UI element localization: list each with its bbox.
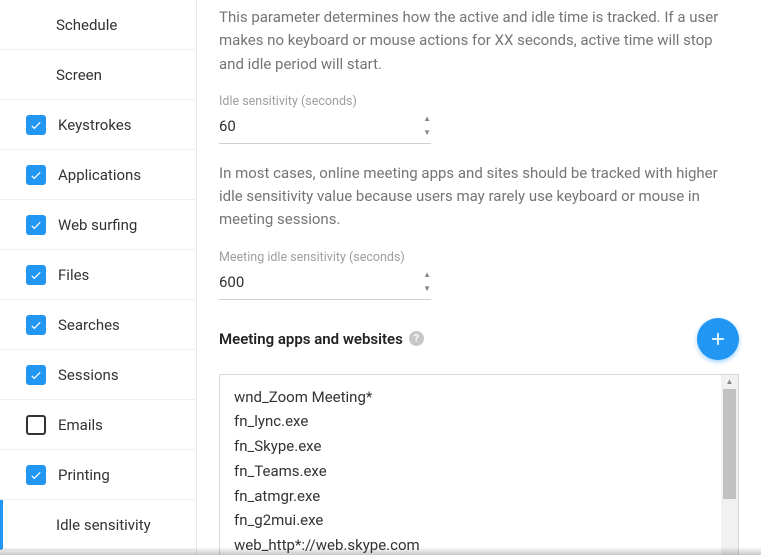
idle-sensitivity-field[interactable]: 60 ▲ ▼ xyxy=(219,113,431,144)
sidebar-item-label: Applications xyxy=(58,166,141,184)
scroll-thumb[interactable] xyxy=(723,389,736,499)
sidebar-item-screen[interactable]: Screen xyxy=(0,50,196,100)
spinner-up-icon[interactable]: ▲ xyxy=(423,271,431,279)
spinner-down-icon[interactable]: ▼ xyxy=(423,129,431,137)
checkbox-emails[interactable] xyxy=(26,415,46,435)
sidebar-item-label: Files xyxy=(58,266,89,284)
checkbox-applications[interactable] xyxy=(26,165,46,185)
check-icon xyxy=(29,218,43,232)
list-item[interactable]: fn_Teams.exe xyxy=(234,459,707,484)
scroll-up-icon[interactable]: ▲ xyxy=(721,375,738,389)
check-icon xyxy=(29,368,43,382)
meeting-idle-sensitivity-field[interactable]: 600 ▲ ▼ xyxy=(219,269,431,300)
meeting-apps-list: wnd_Zoom Meeting*fn_lync.exefn_Skype.exe… xyxy=(219,374,739,555)
sidebar-item-printing[interactable]: Printing xyxy=(0,450,196,500)
list-scrollbar[interactable]: ▲ ▼ xyxy=(721,375,738,555)
main-panel: This parameter determines how the active… xyxy=(197,0,761,555)
sidebar-item-web-surfing[interactable]: Web surfing xyxy=(0,200,196,250)
list-item[interactable]: fn_atmgr.exe xyxy=(234,484,707,509)
sidebar-item-label: Schedule xyxy=(56,16,117,34)
checkbox-printing[interactable] xyxy=(26,465,46,485)
list-item[interactable]: fn_g2mui.exe xyxy=(234,508,707,533)
sidebar-item-label: Emails xyxy=(58,416,103,434)
idle-sensitivity-label: Idle sensitivity (seconds) xyxy=(219,94,739,109)
sidebar-item-files[interactable]: Files xyxy=(0,250,196,300)
sidebar-item-idle-sensitivity[interactable]: Idle sensitivity xyxy=(0,500,196,550)
sidebar-item-applications[interactable]: Applications xyxy=(0,150,196,200)
spinner-up-icon[interactable]: ▲ xyxy=(423,115,431,123)
sidebar-item-label: Keystrokes xyxy=(58,116,131,134)
check-icon xyxy=(29,268,43,282)
checkbox-sessions[interactable] xyxy=(26,365,46,385)
list-item[interactable]: wnd_Zoom Meeting* xyxy=(234,385,707,410)
list-item[interactable]: fn_Skype.exe xyxy=(234,434,707,459)
meeting-idle-spinners: ▲ ▼ xyxy=(423,271,431,293)
sidebar-item-searches[interactable]: Searches xyxy=(0,300,196,350)
meeting-idle-sensitivity-label: Meeting idle sensitivity (seconds) xyxy=(219,250,739,265)
sidebar: Schedule Screen Keystrokes Applications Web … xyxy=(0,0,197,555)
idle-description: This parameter determines how the active… xyxy=(219,6,739,76)
check-icon xyxy=(29,118,43,132)
sidebar-item-keystrokes[interactable]: Keystrokes xyxy=(0,100,196,150)
checkbox-files[interactable] xyxy=(26,265,46,285)
list-item[interactable]: web_http*://web.skype.com xyxy=(234,533,707,555)
idle-spinners: ▲ ▼ xyxy=(423,115,431,137)
sidebar-item-sessions[interactable]: Sessions xyxy=(0,350,196,400)
sidebar-item-label: Sessions xyxy=(58,366,119,384)
sidebar-item-label: Screen xyxy=(56,66,102,84)
sidebar-item-label: Idle sensitivity xyxy=(56,516,151,534)
check-icon xyxy=(29,468,43,482)
check-icon xyxy=(29,318,43,332)
checkbox-searches[interactable] xyxy=(26,315,46,335)
spinner-down-icon[interactable]: ▼ xyxy=(423,285,431,293)
checkbox-web-surfing[interactable] xyxy=(26,215,46,235)
list-item[interactable]: fn_lync.exe xyxy=(234,409,707,434)
check-icon xyxy=(29,168,43,182)
idle-sensitivity-value[interactable]: 60 xyxy=(219,117,423,135)
sidebar-item-emails[interactable]: Emails xyxy=(0,400,196,450)
sidebar-item-label: Web surfing xyxy=(58,216,137,234)
meeting-apps-title-text: Meeting apps and websites xyxy=(219,330,403,348)
checkbox-keystrokes[interactable] xyxy=(26,115,46,135)
meeting-idle-sensitivity-value[interactable]: 600 xyxy=(219,273,423,291)
meeting-apps-title: Meeting apps and websites ? xyxy=(219,330,424,348)
sidebar-item-label: Printing xyxy=(58,466,110,484)
sidebar-item-label: Searches xyxy=(58,316,120,334)
meeting-apps-listbox[interactable]: wnd_Zoom Meeting*fn_lync.exefn_Skype.exe… xyxy=(220,375,721,555)
meeting-idle-description: In most cases, online meeting apps and s… xyxy=(219,162,739,232)
plus-icon xyxy=(708,329,728,349)
sidebar-item-schedule[interactable]: Schedule xyxy=(0,0,196,50)
add-button[interactable] xyxy=(697,318,739,360)
help-icon[interactable]: ? xyxy=(409,331,424,346)
